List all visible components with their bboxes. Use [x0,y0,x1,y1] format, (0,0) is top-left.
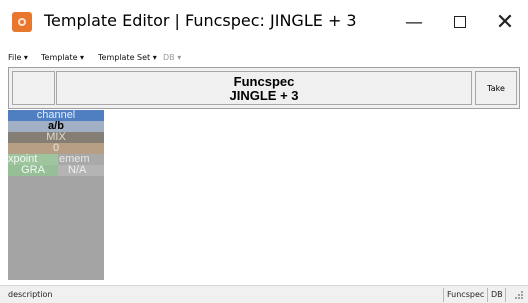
funcspec-label: Funcspec [233,74,295,89]
take-button[interactable]: Take [475,71,517,105]
channel-header: channel [8,110,104,121]
header-blank-box[interactable] [12,71,55,105]
channel-zero[interactable]: 0 [8,143,104,154]
emem-label: emem [58,154,104,165]
channel-mix[interactable]: MIX [8,132,104,143]
status-db: DB [491,290,503,299]
funcspec-name: JINGLE + 3 [229,88,299,103]
status-divider [487,288,488,302]
xpoint-label: xpoint [8,154,58,165]
funcspec-display: Funcspec JINGLE + 3 [56,71,472,105]
menu-bar: File ▾ Template ▾ Template Set ▾ DB ▾ [0,50,528,66]
close-icon: ✕ [495,9,515,35]
status-divider [505,288,506,302]
menu-template[interactable]: Template ▾ [41,53,84,62]
status-divider [443,288,444,302]
status-funcspec: Funcspec [447,290,485,299]
status-description: description [8,290,53,299]
minimize-button[interactable]: — [391,0,437,44]
title-bar: Template Editor | Funcspec: JINGLE + 3 —… [0,0,528,44]
menu-file[interactable]: File ▾ [8,53,28,62]
maximize-icon [454,16,466,28]
app-icon [12,12,32,32]
close-button[interactable]: ✕ [482,0,528,44]
resize-grip-icon[interactable] [512,290,524,302]
channel-column[interactable]: channel a/b MIX 0 xpoint emem GRA N/A [8,110,104,280]
status-bar: description Funcspec DB [0,285,528,303]
minimize-icon: — [405,11,423,33]
window-title: Template Editor | Funcspec: JINGLE + 3 [44,11,357,30]
channel-ab[interactable]: a/b [8,121,104,132]
header-panel: Funcspec JINGLE + 3 Take [8,67,520,109]
emem-value[interactable]: N/A [58,165,104,176]
maximize-button[interactable] [437,0,483,44]
menu-db[interactable]: DB ▾ [163,53,181,62]
xpoint-value[interactable]: GRA [8,165,58,176]
menu-template-set[interactable]: Template Set ▾ [98,53,157,62]
